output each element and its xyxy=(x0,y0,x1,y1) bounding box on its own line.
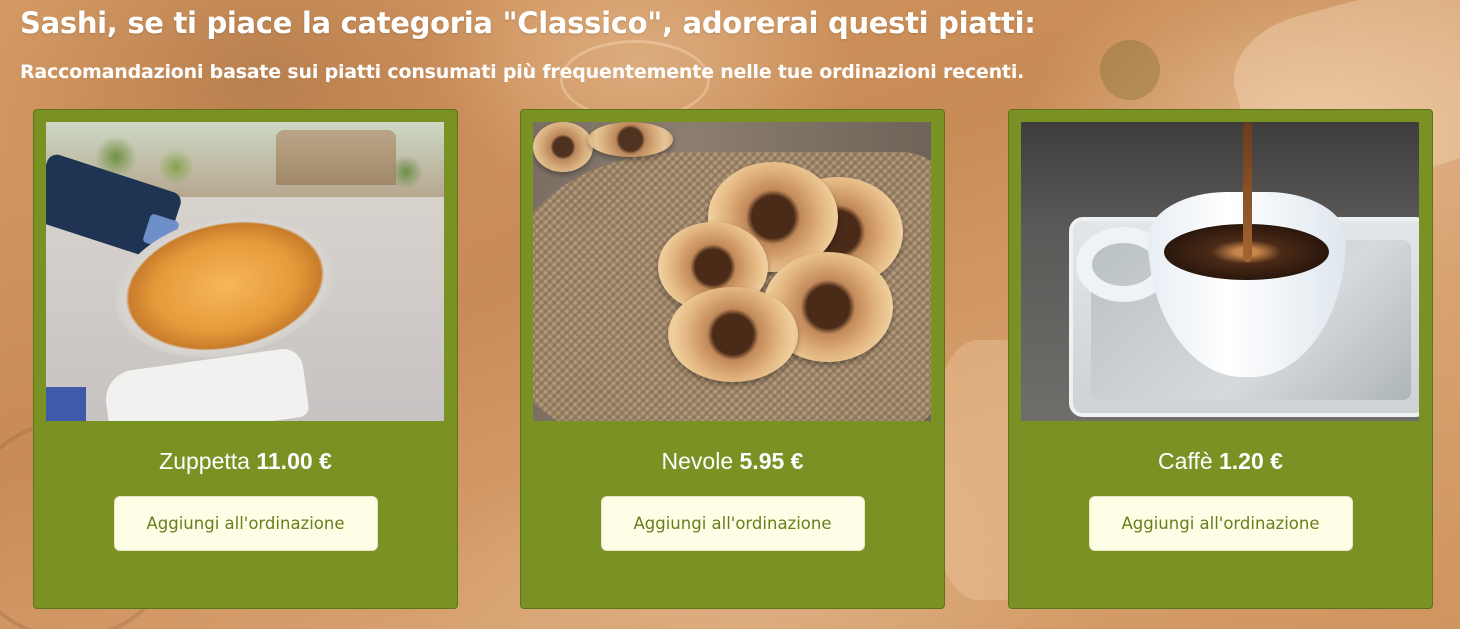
zuppetta-photo xyxy=(46,122,444,421)
dish-card-zuppetta: Zuppetta 11.00 € Aggiungi all'ordinazion… xyxy=(33,109,458,609)
dish-name: Caffè xyxy=(1158,448,1213,474)
dish-title: Zuppetta 11.00 € xyxy=(34,448,457,475)
dish-price: 11.00 € xyxy=(256,448,332,474)
dish-name: Zuppetta xyxy=(159,448,250,474)
page-title: Sashi, se ti piace la categoria "Classic… xyxy=(20,6,1036,40)
add-to-order-button[interactable]: Aggiungi all'ordinazione xyxy=(113,496,378,551)
dish-card-nevole: Nevole 5.95 € Aggiungi all'ordinazione xyxy=(520,109,945,609)
dish-title: Caffè 1.20 € xyxy=(1009,448,1432,475)
dish-price: 1.20 € xyxy=(1219,448,1283,474)
dish-price: 5.95 € xyxy=(739,448,804,474)
caffe-photo xyxy=(1021,122,1419,421)
recommendations-section: Sashi, se ti piace la categoria "Classic… xyxy=(0,0,1460,629)
dish-title: Nevole 5.95 € xyxy=(521,448,944,475)
dish-name: Nevole xyxy=(661,448,734,474)
add-to-order-button[interactable]: Aggiungi all'ordinazione xyxy=(600,496,865,551)
add-to-order-button[interactable]: Aggiungi all'ordinazione xyxy=(1088,496,1353,551)
dish-card-caffe: Caffè 1.20 € Aggiungi all'ordinazione xyxy=(1008,109,1433,609)
dish-card-list: Zuppetta 11.00 € Aggiungi all'ordinazion… xyxy=(33,109,1433,609)
nevole-photo xyxy=(533,122,931,421)
page-subtitle: Raccomandazioni basate sui piatti consum… xyxy=(20,61,1025,83)
